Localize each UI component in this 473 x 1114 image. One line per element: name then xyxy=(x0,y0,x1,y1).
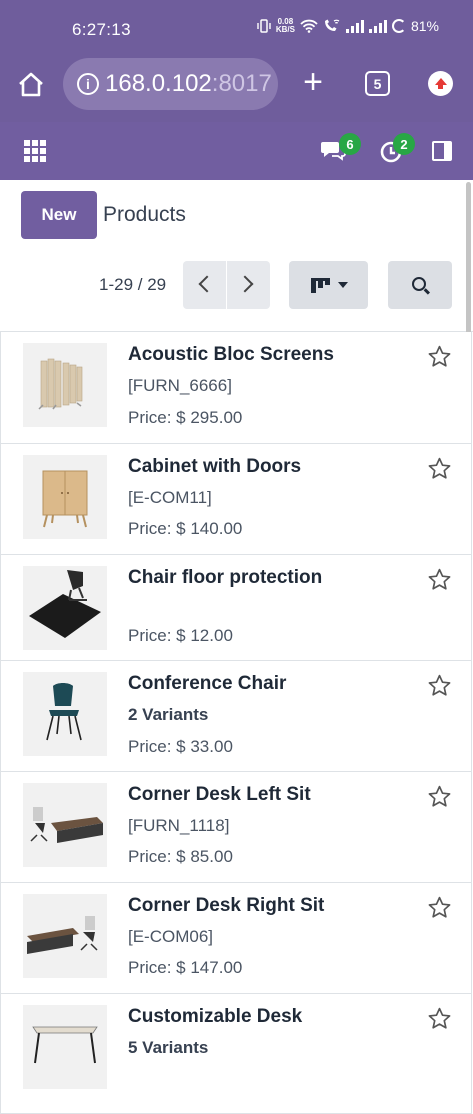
panel-icon[interactable] xyxy=(432,141,452,161)
product-reference: [FURN_6666] xyxy=(128,376,232,395)
activities-badge: 2 xyxy=(393,133,415,155)
product-card[interactable]: Acoustic Bloc Screens [FURN_6666] Price:… xyxy=(0,332,472,444)
product-name: Cabinet with Doors xyxy=(128,456,302,477)
product-price: Price: $ 33.00 xyxy=(128,737,233,756)
product-image xyxy=(23,783,107,867)
kanban-icon xyxy=(311,278,331,293)
breadcrumb: Products xyxy=(103,203,186,226)
status-icons: 0.08 KB/S 81% xyxy=(257,18,439,34)
search-button[interactable] xyxy=(388,261,452,309)
desk-left-image xyxy=(23,783,107,867)
apps-icon[interactable] xyxy=(24,140,46,162)
product-variants: 5 Variants xyxy=(128,1038,209,1057)
pager-next-button[interactable] xyxy=(227,261,270,309)
product-reference: [E-COM06] xyxy=(128,927,214,946)
plus-icon[interactable]: + xyxy=(298,65,328,99)
new-button[interactable]: New xyxy=(21,191,97,239)
home-icon[interactable] xyxy=(16,70,46,100)
signal-2-icon xyxy=(368,19,387,33)
app-navbar: 6 2 xyxy=(0,122,473,180)
wifi-icon xyxy=(300,19,318,33)
view-switcher-button[interactable] xyxy=(289,261,368,309)
star-icon[interactable] xyxy=(427,456,452,481)
desk-right-image xyxy=(23,894,107,978)
product-image xyxy=(23,343,107,427)
product-reference: [E-COM11] xyxy=(128,488,212,507)
product-card[interactable]: Corner Desk Right Sit [E-COM06] Price: $… xyxy=(0,883,472,994)
product-name: Acoustic Bloc Screens xyxy=(128,344,334,365)
chair-image xyxy=(23,672,107,756)
star-icon[interactable] xyxy=(427,1006,452,1031)
product-price: Price: $ 85.00 xyxy=(128,847,233,866)
chevron-left-icon xyxy=(198,275,216,293)
search-icon xyxy=(412,277,426,291)
cabinet-image xyxy=(23,455,107,539)
product-card[interactable]: Customizable Desk 5 Variants xyxy=(0,994,472,1114)
caret-down-icon xyxy=(338,282,348,288)
product-name: Customizable Desk xyxy=(128,1006,303,1027)
product-card[interactable]: Conference Chair 2 Variants Price: $ 33.… xyxy=(0,661,472,772)
browser-toolbar: i 168.0.102:8017 + 5 xyxy=(0,58,473,122)
product-name: Chair floor protection xyxy=(128,567,323,588)
product-image xyxy=(23,455,107,539)
custom-desk-image xyxy=(23,1005,107,1089)
floormat-image xyxy=(23,566,107,650)
pager-value[interactable]: 1-29 / 29 xyxy=(99,275,166,295)
product-price: Price: $ 147.00 xyxy=(128,958,243,977)
url-bar[interactable]: i 168.0.102:8017 xyxy=(63,58,278,110)
pager-previous-button[interactable] xyxy=(183,261,226,309)
battery-icon xyxy=(391,19,406,33)
signal-1-icon xyxy=(345,19,364,33)
star-icon[interactable] xyxy=(427,673,452,698)
star-icon[interactable] xyxy=(427,784,452,809)
screens-image xyxy=(23,343,107,427)
product-image xyxy=(23,672,107,756)
status-bar: 6:27:13 0.08 KB/S 81% xyxy=(0,0,473,58)
url-port: :8017 xyxy=(211,70,272,97)
update-icon[interactable] xyxy=(428,71,453,96)
product-list: Acoustic Bloc Screens [FURN_6666] Price:… xyxy=(0,332,473,1114)
product-card[interactable]: Chair floor protection Price: $ 12.00 xyxy=(0,555,472,661)
star-icon[interactable] xyxy=(427,895,452,920)
product-card[interactable]: Cabinet with Doors [E-COM11] Price: $ 14… xyxy=(0,444,472,555)
call-wifi-icon xyxy=(324,19,340,31)
info-icon[interactable]: i xyxy=(77,73,99,95)
product-name: Corner Desk Left Sit xyxy=(128,784,311,805)
star-icon[interactable] xyxy=(427,344,452,369)
net-speed: 0.08 KB/S xyxy=(276,18,295,34)
messages-badge: 6 xyxy=(339,133,361,155)
vibrate-icon xyxy=(257,19,271,33)
battery-percent: 81% xyxy=(410,18,439,34)
product-price: Price: $ 140.00 xyxy=(128,519,243,538)
product-name: Conference Chair xyxy=(128,673,287,694)
product-image xyxy=(23,566,107,650)
status-time: 6:27:13 xyxy=(72,20,131,39)
net-speed-unit: KB/S xyxy=(275,25,295,34)
url-host: 168.0.102 xyxy=(105,70,212,97)
star-icon[interactable] xyxy=(427,567,452,592)
product-card[interactable]: Corner Desk Left Sit [FURN_1118] Price: … xyxy=(0,772,472,883)
product-image xyxy=(23,894,107,978)
product-name: Corner Desk Right Sit xyxy=(128,895,325,916)
tab-count: 5 xyxy=(373,75,382,92)
product-price: Price: $ 12.00 xyxy=(128,626,233,645)
control-panel: New Products 1-29 / 29 xyxy=(0,180,473,332)
product-image xyxy=(23,1005,107,1089)
product-variants: 2 Variants xyxy=(128,705,209,724)
tabs-icon[interactable]: 5 xyxy=(365,71,390,96)
product-price: Price: $ 295.00 xyxy=(128,408,243,427)
chevron-right-icon xyxy=(236,275,254,293)
product-reference: [FURN_1118] xyxy=(128,816,230,835)
